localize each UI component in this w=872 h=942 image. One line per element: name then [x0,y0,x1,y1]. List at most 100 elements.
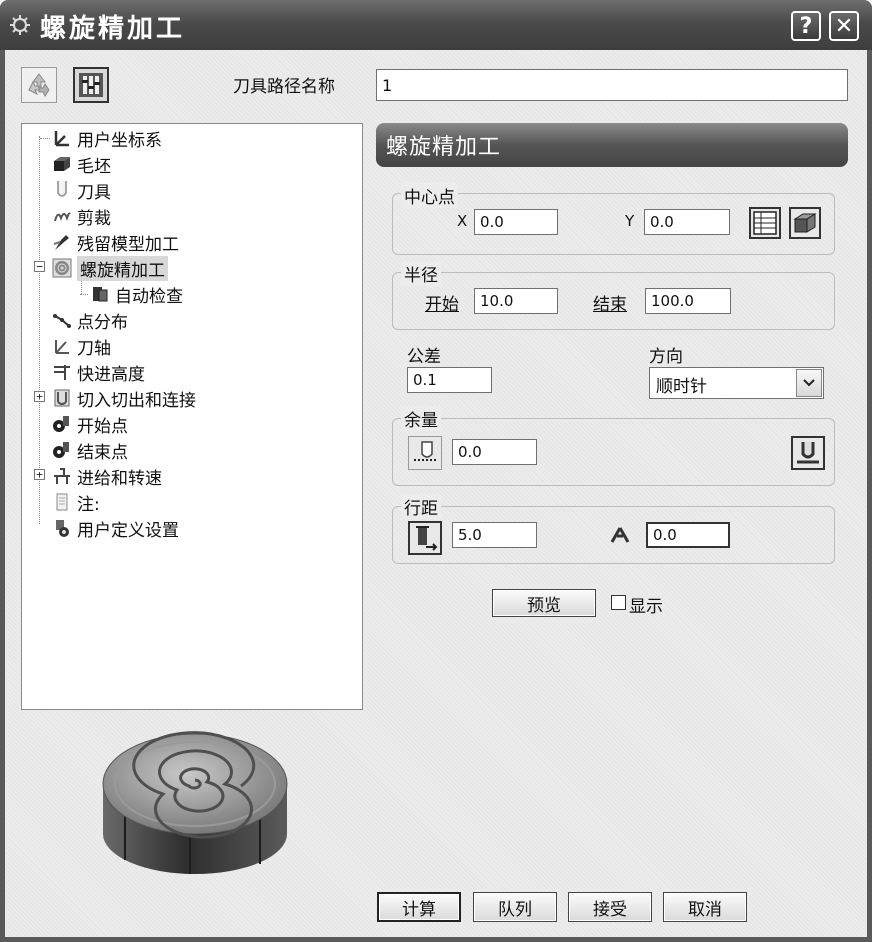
tree-item-label: 刀具 [77,182,111,203]
xyz-table-icon [753,211,777,235]
tree-item-auto-verify[interactable]: 自动检查 [80,281,183,307]
center-point-title: 中心点 [401,183,458,208]
stepover-input[interactable] [452,522,537,548]
calculate-button[interactable]: 计算 [377,892,461,922]
spiral-preview-image [102,731,288,874]
limit-icon [54,212,71,222]
panel-header: 螺旋精加工 [376,123,848,167]
chevron-down-icon[interactable] [796,369,822,397]
radius-start-input[interactable] [474,288,558,314]
show-label: 显示 [629,597,663,617]
cancel-button[interactable]: 取消 [663,892,747,922]
tool-icon [57,181,67,197]
spiral-finishing-icon [52,258,72,278]
coordinate-entry-button[interactable] [749,207,781,239]
tree-item-tool[interactable]: 刀具 [42,177,111,203]
tree-item-spiral-finishing[interactable]: 螺旋精加工 [42,255,168,281]
help-button[interactable]: ? [791,11,821,41]
leads-links-icon [54,389,70,407]
show-checkbox[interactable] [611,595,626,610]
tree-item-notes[interactable]: 注: [42,489,100,515]
tree-item-tool-axis[interactable]: 刀轴 [42,333,111,359]
queue-button[interactable]: 队列 [473,892,557,922]
center-x-input[interactable] [474,209,558,235]
tree-item-label: 结束点 [77,442,128,463]
workplane-icon [54,131,69,147]
radius-start-label: 开始 [425,295,459,315]
tree-item-rapid-height[interactable]: 快进高度 [42,359,145,385]
end-point-icon [53,442,69,458]
component-thickness-icon [797,442,819,464]
thickness-input[interactable] [452,439,537,465]
start-point-icon [53,416,69,432]
radius-title: 半径 [401,261,441,286]
accept-button[interactable]: 接受 [568,892,652,922]
settings-icon [79,73,103,97]
block-center-button[interactable] [789,207,821,239]
direction-value: 顺时针 [656,377,707,397]
tree-item-leads-links[interactable]: 切入切出和连接 [42,385,196,411]
stepdown-input[interactable] [646,522,730,548]
center-y-input[interactable] [644,209,730,235]
strategy-tree[interactable]: 用户坐标系 毛坯 刀具 剪裁 残留模型加工 − 螺旋精加工 自动检查 点分布 刀… [21,123,363,710]
notes-icon [56,493,68,511]
thickness-mode-button[interactable] [408,436,442,470]
auto-verify-icon [93,287,108,302]
user-settings-icon [56,520,69,537]
block-icon [793,213,817,233]
tree-item-label: 用户坐标系 [77,130,162,151]
tree-item-workplane[interactable]: 用户坐标系 [40,125,162,151]
tree-item-label: 刀轴 [77,338,111,359]
thickness-icon [414,441,436,461]
toolpath-name-input[interactable] [376,69,848,101]
x-label: X [457,212,468,230]
tree-item-point-distribution[interactable]: 点分布 [42,307,128,333]
rapid-height-icon [54,365,70,380]
recycle-icon [28,73,50,97]
app-icon [10,15,30,35]
tree-item-user-settings[interactable]: 用户定义设置 [42,515,179,541]
component-thickness-button[interactable] [791,436,825,470]
point-distribution-icon [53,314,71,328]
tree-item-label: 用户定义设置 [77,520,179,541]
tree-item-label: 毛坯 [77,156,111,177]
y-label: Y [625,212,635,230]
radius-end-input[interactable] [645,288,731,314]
tree-item-label: 自动检查 [115,286,183,307]
tree-item-label: 开始点 [77,416,128,437]
spiral-finishing-dialog: 螺旋精加工 ? ✕ 刀具路径名称 1 用户坐标系 毛坯 刀具 剪裁 残留模型加工… [0,0,872,942]
preview-button[interactable]: 预览 [492,589,596,617]
window-title: 螺旋精加工 [40,14,186,44]
feeds-speeds-icon [54,468,70,484]
tolerance-label: 公差 [407,347,441,367]
stepover-title: 行距 [401,494,441,519]
tree-item-feeds-speeds[interactable]: 进给和转速 [42,463,162,489]
tree-item-block[interactable]: 毛坯 [42,151,111,177]
tree-item-start-point[interactable]: 开始点 [42,411,128,437]
stepdown-icon [610,527,630,543]
radius-end-label: 结束 [593,295,627,315]
tolerance-input[interactable] [407,367,492,393]
tree-item-limit[interactable]: 剪裁 [42,203,111,229]
tree-item-label: 残留模型加工 [77,234,179,255]
tree-item-label: 切入切出和连接 [77,390,196,411]
direction-select[interactable]: 顺时针 [649,367,824,399]
stepover-copy-button[interactable] [408,521,442,555]
tree-item-label: 快进高度 [77,364,145,385]
rest-model-icon [53,235,69,250]
title-bar[interactable]: 螺旋精加工 ? ✕ [0,0,872,50]
dialog-body: 刀具路径名称 用户坐标系 毛坯 [5,50,867,937]
direction-label: 方向 [649,347,683,367]
block-icon [54,157,70,171]
close-button[interactable]: ✕ [829,11,859,41]
tool-axis-icon [55,340,69,354]
tree-item-label: 剪裁 [77,208,111,229]
tree-item-end-point[interactable]: 结束点 [42,437,128,463]
edit-settings-button[interactable] [73,67,109,103]
tree-item-label: 进给和转速 [77,468,162,489]
tool-stepover-icon [416,526,438,551]
tree-item-rest-model[interactable]: 残留模型加工 [42,229,179,255]
tree-item-label: 螺旋精加工 [77,255,168,281]
recycle-button[interactable] [21,67,57,103]
toolpath-name-label: 刀具路径名称 [233,77,335,97]
